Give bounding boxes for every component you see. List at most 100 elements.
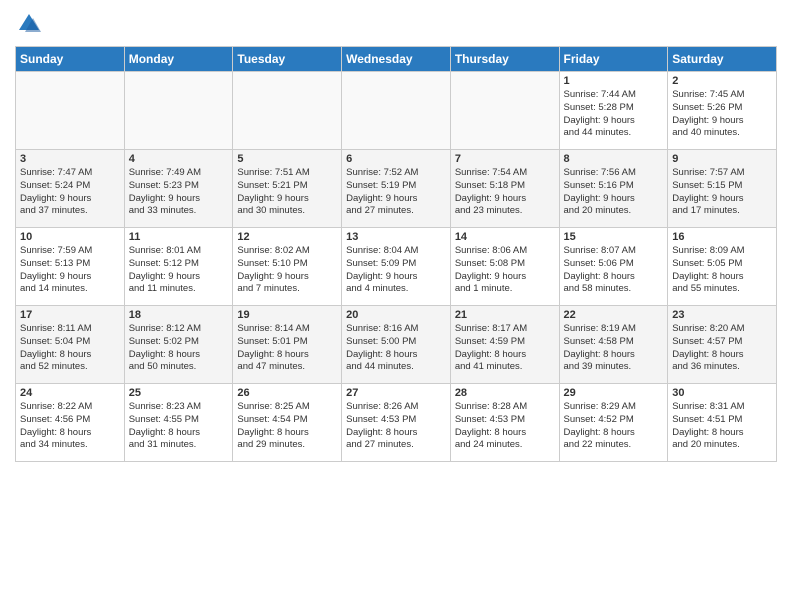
day-info: Sunrise: 8:01 AM Sunset: 5:12 PM Dayligh… [129, 245, 229, 296]
day-info: Sunrise: 8:26 AM Sunset: 4:53 PM Dayligh… [346, 401, 446, 452]
calendar-cell: 28 Sunrise: 8:28 AM Sunset: 4:53 PM Dayli… [450, 384, 559, 462]
calendar-cell: 16 Sunrise: 8:09 AM Sunset: 5:05 PM Dayli… [668, 228, 777, 306]
day-info: Sunrise: 8:17 AM Sunset: 4:59 PM Dayligh… [455, 323, 555, 374]
day-info: Sunrise: 7:49 AM Sunset: 5:23 PM Dayligh… [129, 167, 229, 218]
calendar-cell: 27 Sunrise: 8:26 AM Sunset: 4:53 PM Dayli… [342, 384, 451, 462]
calendar-cell [450, 72, 559, 150]
calendar-cell: 21 Sunrise: 8:17 AM Sunset: 4:59 PM Dayli… [450, 306, 559, 384]
day-number: 30 [672, 387, 772, 399]
day-info: Sunrise: 8:31 AM Sunset: 4:51 PM Dayligh… [672, 401, 772, 452]
calendar-cell: 1 Sunrise: 7:44 AM Sunset: 5:28 PM Daylig… [559, 72, 668, 150]
day-number: 10 [20, 231, 120, 243]
day-number: 26 [237, 387, 337, 399]
day-info: Sunrise: 8:07 AM Sunset: 5:06 PM Dayligh… [564, 245, 664, 296]
day-number: 17 [20, 309, 120, 321]
day-number: 1 [564, 75, 664, 87]
weekday-wednesday: Wednesday [342, 47, 451, 72]
day-number: 29 [564, 387, 664, 399]
day-number: 28 [455, 387, 555, 399]
day-number: 25 [129, 387, 229, 399]
day-info: Sunrise: 8:14 AM Sunset: 5:01 PM Dayligh… [237, 323, 337, 374]
week-row-3: 10 Sunrise: 7:59 AM Sunset: 5:13 PM Dayli… [16, 228, 777, 306]
day-number: 14 [455, 231, 555, 243]
day-number: 24 [20, 387, 120, 399]
day-info: Sunrise: 7:47 AM Sunset: 5:24 PM Dayligh… [20, 167, 120, 218]
day-info: Sunrise: 7:51 AM Sunset: 5:21 PM Dayligh… [237, 167, 337, 218]
day-info: Sunrise: 8:22 AM Sunset: 4:56 PM Dayligh… [20, 401, 120, 452]
day-info: Sunrise: 8:16 AM Sunset: 5:00 PM Dayligh… [346, 323, 446, 374]
calendar-cell: 29Sunrise: 8:29 AM Sunset: 4:52 PM Dayli… [559, 384, 668, 462]
calendar-cell: 4 Sunrise: 7:49 AM Sunset: 5:23 PM Daylig… [124, 150, 233, 228]
calendar-cell: 13 Sunrise: 8:04 AM Sunset: 5:09 PM Dayli… [342, 228, 451, 306]
day-info: Sunrise: 7:44 AM Sunset: 5:28 PM Dayligh… [564, 89, 664, 140]
day-number: 13 [346, 231, 446, 243]
day-info: Sunrise: 8:28 AM Sunset: 4:53 PM Dayligh… [455, 401, 555, 452]
day-info: Sunrise: 8:23 AM Sunset: 4:55 PM Dayligh… [129, 401, 229, 452]
day-info: Sunrise: 7:56 AM Sunset: 5:16 PM Dayligh… [564, 167, 664, 218]
day-info: Sunrise: 8:11 AM Sunset: 5:04 PM Dayligh… [20, 323, 120, 374]
calendar-cell: 23Sunrise: 8:20 AM Sunset: 4:57 PM Dayli… [668, 306, 777, 384]
weekday-saturday: Saturday [668, 47, 777, 72]
day-number: 23 [672, 309, 772, 321]
day-number: 27 [346, 387, 446, 399]
day-number: 19 [237, 309, 337, 321]
day-info: Sunrise: 7:57 AM Sunset: 5:15 PM Dayligh… [672, 167, 772, 218]
header [15, 10, 777, 38]
calendar-cell: 19 Sunrise: 8:14 AM Sunset: 5:01 PM Dayli… [233, 306, 342, 384]
calendar-cell: 15 Sunrise: 8:07 AM Sunset: 5:06 PM Dayli… [559, 228, 668, 306]
weekday-sunday: Sunday [16, 47, 125, 72]
week-row-2: 3 Sunrise: 7:47 AM Sunset: 5:24 PM Daylig… [16, 150, 777, 228]
calendar-cell: 22 Sunrise: 8:19 AM Sunset: 4:58 PM Dayli… [559, 306, 668, 384]
day-number: 9 [672, 153, 772, 165]
calendar-cell: 18 Sunrise: 8:12 AM Sunset: 5:02 PM Dayli… [124, 306, 233, 384]
week-row-4: 17 Sunrise: 8:11 AM Sunset: 5:04 PM Dayli… [16, 306, 777, 384]
calendar-table: SundayMondayTuesdayWednesdayThursdayFrid… [15, 46, 777, 462]
calendar-cell: 20 Sunrise: 8:16 AM Sunset: 5:00 PM Dayli… [342, 306, 451, 384]
day-info: Sunrise: 7:59 AM Sunset: 5:13 PM Dayligh… [20, 245, 120, 296]
day-info: Sunrise: 8:09 AM Sunset: 5:05 PM Dayligh… [672, 245, 772, 296]
logo [15, 10, 46, 38]
calendar-cell: 6 Sunrise: 7:52 AM Sunset: 5:19 PM Daylig… [342, 150, 451, 228]
day-number: 22 [564, 309, 664, 321]
day-number: 12 [237, 231, 337, 243]
day-number: 11 [129, 231, 229, 243]
weekday-friday: Friday [559, 47, 668, 72]
calendar-cell: 7 Sunrise: 7:54 AM Sunset: 5:18 PM Daylig… [450, 150, 559, 228]
day-number: 7 [455, 153, 555, 165]
day-number: 2 [672, 75, 772, 87]
calendar-cell: 8 Sunrise: 7:56 AM Sunset: 5:16 PM Daylig… [559, 150, 668, 228]
day-number: 15 [564, 231, 664, 243]
calendar-cell: 17 Sunrise: 8:11 AM Sunset: 5:04 PM Dayli… [16, 306, 125, 384]
week-row-5: 24 Sunrise: 8:22 AM Sunset: 4:56 PM Dayli… [16, 384, 777, 462]
calendar-cell [124, 72, 233, 150]
calendar-cell: 11 Sunrise: 8:01 AM Sunset: 5:12 PM Dayli… [124, 228, 233, 306]
weekday-header-row: SundayMondayTuesdayWednesdayThursdayFrid… [16, 47, 777, 72]
day-number: 6 [346, 153, 446, 165]
weekday-thursday: Thursday [450, 47, 559, 72]
day-info: Sunrise: 7:52 AM Sunset: 5:19 PM Dayligh… [346, 167, 446, 218]
calendar-cell: 14 Sunrise: 8:06 AM Sunset: 5:08 PM Dayli… [450, 228, 559, 306]
logo-icon [15, 10, 43, 38]
day-info: Sunrise: 8:06 AM Sunset: 5:08 PM Dayligh… [455, 245, 555, 296]
day-number: 4 [129, 153, 229, 165]
day-number: 8 [564, 153, 664, 165]
day-number: 18 [129, 309, 229, 321]
calendar-cell: 30 Sunrise: 8:31 AM Sunset: 4:51 PM Dayli… [668, 384, 777, 462]
day-info: Sunrise: 7:45 AM Sunset: 5:26 PM Dayligh… [672, 89, 772, 140]
calendar-cell: 10 Sunrise: 7:59 AM Sunset: 5:13 PM Dayli… [16, 228, 125, 306]
day-number: 16 [672, 231, 772, 243]
day-number: 21 [455, 309, 555, 321]
weekday-tuesday: Tuesday [233, 47, 342, 72]
calendar-cell: 9 Sunrise: 7:57 AM Sunset: 5:15 PM Daylig… [668, 150, 777, 228]
day-number: 20 [346, 309, 446, 321]
calendar-cell [233, 72, 342, 150]
day-info: Sunrise: 8:12 AM Sunset: 5:02 PM Dayligh… [129, 323, 229, 374]
day-number: 5 [237, 153, 337, 165]
day-number: 3 [20, 153, 120, 165]
calendar-cell: 5 Sunrise: 7:51 AM Sunset: 5:21 PM Daylig… [233, 150, 342, 228]
day-info: Sunrise: 8:04 AM Sunset: 5:09 PM Dayligh… [346, 245, 446, 296]
day-info: Sunrise: 8:02 AM Sunset: 5:10 PM Dayligh… [237, 245, 337, 296]
day-info: Sunrise: 8:19 AM Sunset: 4:58 PM Dayligh… [564, 323, 664, 374]
day-info: Sunrise: 7:54 AM Sunset: 5:18 PM Dayligh… [455, 167, 555, 218]
page-container: SundayMondayTuesdayWednesdayThursdayFrid… [0, 0, 792, 472]
